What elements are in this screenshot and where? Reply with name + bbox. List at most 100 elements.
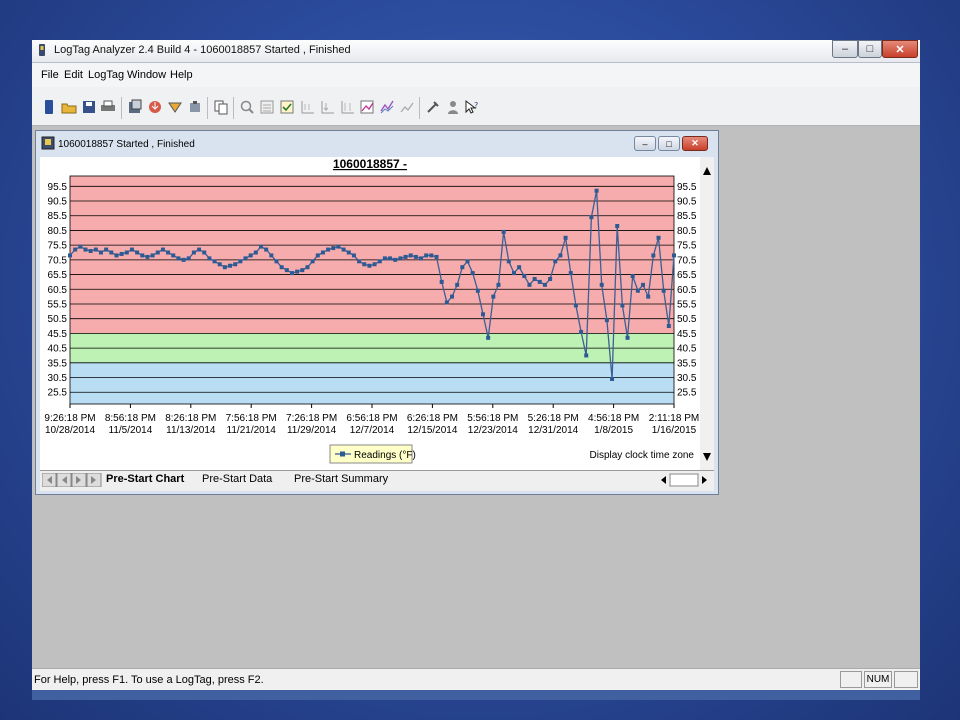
menu-file[interactable]: File (41, 69, 59, 81)
data-point (197, 247, 202, 252)
vertical-scrollbar[interactable] (700, 157, 714, 470)
x-tick-date-label: 11/21/2014 (227, 425, 277, 436)
child-minimize-button[interactable]: – (634, 136, 656, 151)
y-tick-label-left: 55.5 (48, 299, 68, 310)
toolbar: ? (32, 87, 920, 126)
scroll-down-arrow-icon[interactable] (703, 453, 711, 461)
data-point (367, 263, 372, 268)
scroll-up-arrow-icon[interactable] (703, 167, 711, 175)
check-icon[interactable] (279, 99, 295, 115)
data-point (320, 250, 325, 255)
data-point (470, 271, 475, 276)
y-tick-label-right: 70.5 (677, 255, 697, 266)
data-point (228, 263, 233, 268)
data-point (181, 257, 186, 262)
open-folder-icon[interactable] (61, 99, 77, 115)
app-icon (39, 44, 45, 56)
data-point (243, 256, 248, 261)
menu-bar: File Edit LogTag Window Help (32, 63, 920, 87)
y-tick-label-left: 45.5 (48, 329, 68, 340)
minimize-button[interactable]: – (832, 40, 858, 58)
data-point (568, 271, 573, 276)
y-tick-label-right: 35.5 (677, 358, 697, 369)
multi-series-icon[interactable] (379, 99, 395, 115)
y-tick-label-left: 90.5 (48, 197, 68, 208)
data-point (496, 282, 501, 287)
data-point (429, 253, 434, 258)
axis-icon[interactable] (299, 99, 315, 115)
x-tick-date-label: 12/15/2014 (407, 425, 457, 436)
chart-view-icon[interactable] (259, 99, 275, 115)
y-tick-label-right: 75.5 (677, 241, 697, 252)
new-file-icon[interactable] (41, 99, 57, 115)
line-chart-icon[interactable] (399, 99, 415, 115)
help-pointer-icon[interactable]: ? (464, 99, 480, 115)
horizontal-scrollbar[interactable] (656, 473, 712, 487)
data-point (310, 259, 315, 264)
data-point (269, 253, 274, 258)
data-point (336, 244, 341, 249)
tools-icon[interactable] (425, 99, 441, 115)
tab-scroll-buttons[interactable] (42, 473, 102, 487)
data-point (584, 353, 589, 358)
y-tick-label-right: 60.5 (677, 285, 697, 296)
download-icon[interactable] (147, 99, 163, 115)
x-tick-date-label: 11/5/2014 (109, 425, 153, 436)
data-point (145, 254, 150, 259)
data-point (599, 282, 604, 287)
grid-chart-icon[interactable] (359, 99, 375, 115)
data-point (455, 282, 460, 287)
data-point (465, 259, 470, 264)
tab-pre-start-data[interactable]: Pre-Start Data (202, 473, 272, 485)
axis-alt-icon[interactable] (319, 99, 335, 115)
menu-window[interactable]: Window (127, 69, 166, 81)
hardware-icon[interactable] (187, 99, 203, 115)
data-point (439, 279, 444, 284)
data-point (279, 265, 284, 270)
data-point (537, 279, 542, 284)
status-bar: For Help, press F1. To use a LogTag, pre… (32, 668, 920, 690)
y-tick-label-right: 90.5 (677, 197, 697, 208)
data-point (615, 224, 620, 229)
options-icon[interactable] (167, 99, 183, 115)
x-tick-time-label: 7:56:18 PM (226, 413, 277, 424)
status-text: For Help, press F1. To use a LogTag, pre… (34, 674, 264, 686)
svg-text:?: ? (474, 101, 478, 110)
data-point (372, 262, 377, 267)
copy-icon[interactable] (213, 99, 229, 115)
save-icon[interactable] (81, 99, 97, 115)
close-button[interactable]: ✕ (882, 40, 918, 58)
logtag-window-icon (41, 136, 55, 150)
data-point (78, 244, 83, 249)
temperature-chart: 95.5 90.5 85.5 80.5 75.5 70.5 65.5 60.5 55.5 50.5… (44, 157, 699, 464)
status-indicator-caps (840, 671, 862, 688)
data-point (527, 282, 532, 287)
y-tick-label-right: 55.5 (677, 299, 697, 310)
tab-pre-start-chart[interactable]: Pre-Start Chart (106, 473, 184, 485)
zoom-icon[interactable] (239, 99, 255, 115)
toolbar-separator (121, 97, 122, 119)
data-point (346, 250, 351, 255)
maximize-button[interactable]: □ (858, 40, 882, 58)
child-maximize-button[interactable]: □ (658, 136, 680, 151)
menu-help[interactable]: Help (170, 69, 193, 81)
toolbar-separator (207, 97, 208, 119)
child-close-button[interactable]: ✕ (682, 136, 708, 151)
status-indicator-scroll (894, 671, 918, 688)
data-point (393, 257, 398, 262)
tab-pre-start-summary[interactable]: Pre-Start Summary (294, 473, 388, 485)
configure-icon[interactable] (127, 99, 143, 115)
chart-panel: 95.5 90.5 85.5 80.5 75.5 70.5 65.5 60.5 55.5 50.5… (40, 157, 714, 470)
print-icon[interactable] (100, 99, 116, 115)
data-point (104, 247, 109, 252)
data-point (186, 256, 191, 261)
data-point (176, 256, 181, 261)
menu-logtag[interactable]: LogTag (88, 69, 124, 81)
legend: Readings (°F) (329, 444, 416, 464)
scale-icon[interactable] (339, 99, 355, 115)
data-point (558, 253, 563, 258)
user-icon[interactable] (445, 99, 461, 115)
data-point (274, 259, 279, 264)
data-point (377, 259, 382, 264)
menu-edit[interactable]: Edit (64, 69, 83, 81)
